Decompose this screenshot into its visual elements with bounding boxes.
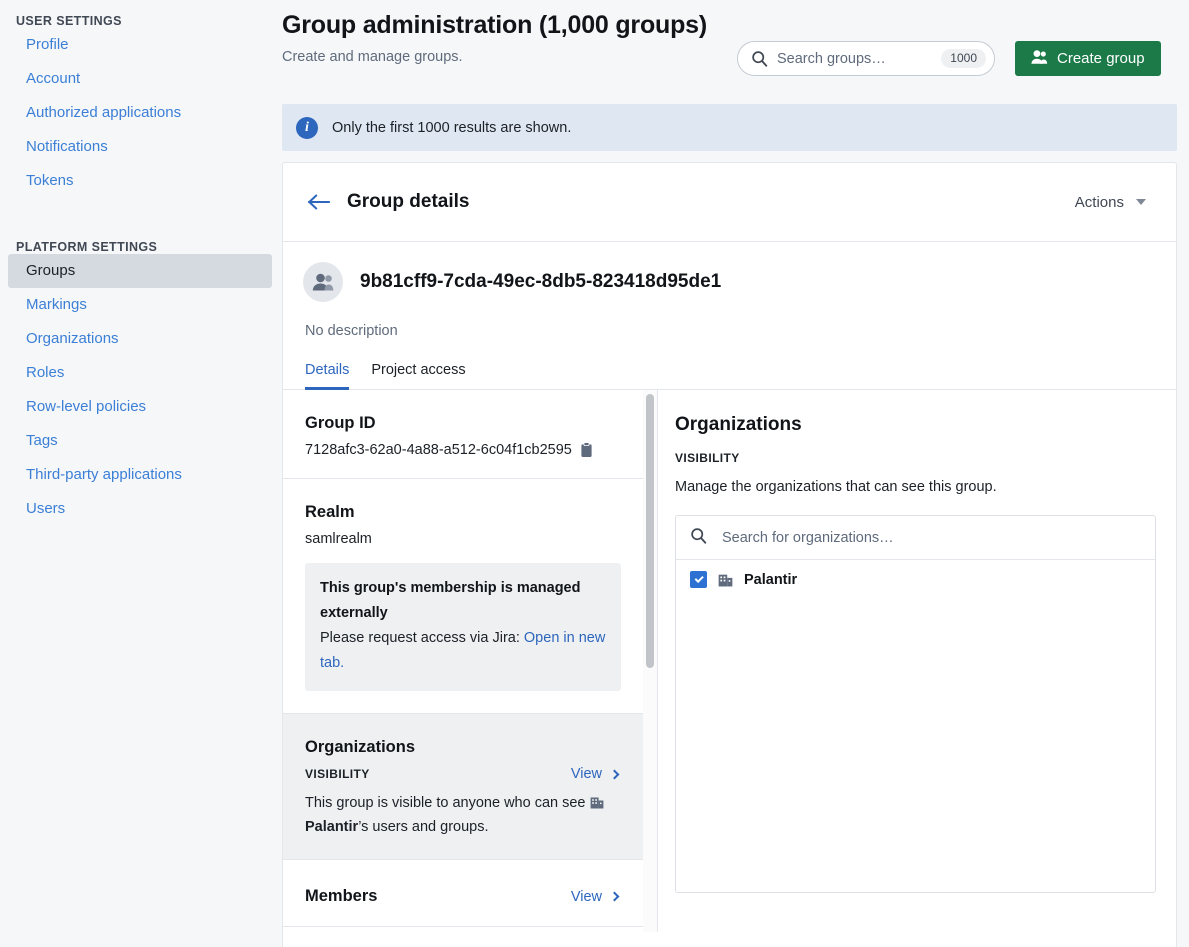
main-content: Group administration (1,000 groups) Crea… [280,0,1189,947]
organization-checkbox[interactable] [690,571,707,588]
realm-value: samlrealm [305,531,372,547]
group-name: 9b81cff9-7cda-49ec-8db5-823418d95de1 [360,271,722,292]
group-details-card: Group details Actions 9b81cff9-7cda-49ec… [282,162,1177,947]
page-title: Group administration (1,000 groups) [282,11,707,39]
sidebar-item-markings[interactable]: Markings [8,288,272,322]
detail-split: Group ID 7128afc3-62a0-4a88-a512-6c04f1c… [283,390,1176,932]
add-person-icon [1031,49,1048,69]
organizations-visibility-label: VISIBILITY [305,767,370,781]
organizations-view-label: View [570,766,602,782]
banner-text: Only the first 1000 results are shown. [332,119,572,136]
callout-body: Please request access via Jira: [320,630,524,646]
building-icon [590,797,603,809]
search-icon [690,527,707,549]
organizations-summary-section[interactable]: Organizations VISIBILITY View This group… [283,714,643,860]
external-membership-callout: This group's membership is managed exter… [305,563,621,691]
organizations-visibility-row: VISIBILITY View [305,766,621,782]
realm-section: Realm samlrealm This group's membership … [283,479,643,714]
members-row: Members View [305,887,621,906]
detail-tabs: Details Project access [283,339,1176,390]
group-identity: 9b81cff9-7cda-49ec-8db5-823418d95de1 [283,242,1176,302]
organizations-list: Palantir [675,515,1156,893]
organizations-visibility-description: This group is visible to anyone who can … [305,791,621,839]
detail-scroll-content: Group ID 7128afc3-62a0-4a88-a512-6c04f1c… [283,390,657,932]
organizations-view-link[interactable]: View [571,766,621,782]
group-id-heading: Group ID [305,414,376,432]
building-icon [718,574,733,587]
page-subtitle: Create and manage groups. [282,49,463,65]
organizations-search-box[interactable] [676,516,1155,560]
chevron-right-icon [609,891,620,902]
members-heading: Members [305,887,378,905]
sidebar-item-third-party-applications[interactable]: Third-party applications [8,458,272,492]
create-group-label: Create group [1057,50,1145,67]
group-id-value-row: 7128afc3-62a0-4a88-a512-6c04f1cb2595 [305,442,621,458]
group-id-value: 7128afc3-62a0-4a88-a512-6c04f1cb2595 [305,442,572,458]
sidebar-item-account[interactable]: Account [8,62,272,96]
sidebar-item-notifications[interactable]: Notifications [8,130,272,164]
callout-title: This group's membership is managed exter… [320,580,581,621]
realm-heading: Realm [305,503,355,521]
search-result-count: 1000 [941,49,986,68]
results-limit-banner: i Only the first 1000 results are shown. [282,104,1177,151]
sidebar-item-users[interactable]: Users [8,492,272,526]
detail-left-column: Group ID 7128afc3-62a0-4a88-a512-6c04f1c… [283,390,658,932]
organizations-panel: Organizations VISIBILITY Manage the orga… [658,390,1176,932]
actions-label: Actions [1074,193,1124,211]
organizations-search-input[interactable] [720,528,1141,547]
members-section[interactable]: Members View [283,860,643,927]
organizations-panel-description: Manage the organizations that can see th… [675,479,997,495]
sidebar-item-organizations[interactable]: Organizations [8,322,272,356]
sidebar-section-label-platform-settings: PLATFORM SETTINGS [16,240,158,254]
visibility-org-name: Palantir [305,819,359,835]
info-icon: i [296,116,318,139]
app-root: USER SETTINGS Profile Account Authorized… [0,0,1189,947]
detail-scrollbar-track[interactable] [643,390,657,932]
members-view-link[interactable]: View [571,889,621,905]
organization-list-item[interactable]: Palantir [676,560,1155,588]
visibility-desc-suffix: ’s users and groups. [358,819,489,835]
sidebar-section-label-user-settings: USER SETTINGS [16,14,122,28]
search-icon [751,50,768,67]
card-header: Group details Actions [283,163,1176,242]
search-groups-box[interactable]: 1000 [737,41,995,76]
detail-scrollbar-thumb[interactable] [646,394,654,668]
clipboard-icon[interactable] [580,442,593,458]
check-icon [694,574,703,583]
actions-menu-button[interactable]: Actions [1075,194,1156,211]
avatar [303,262,343,302]
chevron-right-icon [609,769,620,779]
sidebar-item-tokens[interactable]: Tokens [8,164,272,198]
sidebar-item-roles[interactable]: Roles [8,356,272,390]
chevron-down-icon [1136,199,1146,205]
members-view-label: View [570,888,602,905]
sidebar-item-profile[interactable]: Profile [8,28,272,62]
card-title: Group details [347,191,470,212]
organizations-summary-heading: Organizations [305,738,416,756]
visibility-desc-prefix: This group is visible to anyone who can … [305,795,590,811]
organizations-panel-visibility-label: VISIBILITY [675,451,740,465]
sidebar-item-tags[interactable]: Tags [8,424,272,458]
settings-sidebar: USER SETTINGS Profile Account Authorized… [0,0,280,947]
organization-name: Palantir [744,571,798,588]
back-arrow-icon[interactable] [307,193,331,211]
sidebar-item-authorized-applications[interactable]: Authorized applications [8,96,272,130]
sidebar-item-groups[interactable]: Groups [8,254,272,288]
search-groups-input[interactable] [777,50,942,67]
tab-details[interactable]: Details [305,361,350,390]
group-id-section: Group ID 7128afc3-62a0-4a88-a512-6c04f1c… [283,390,643,479]
tab-project-access[interactable]: Project access [371,361,465,390]
create-group-button[interactable]: Create group [1015,41,1161,76]
sidebar-item-row-level-policies[interactable]: Row-level policies [8,390,272,424]
organizations-panel-heading: Organizations [675,414,802,435]
group-description: No description [305,323,398,339]
